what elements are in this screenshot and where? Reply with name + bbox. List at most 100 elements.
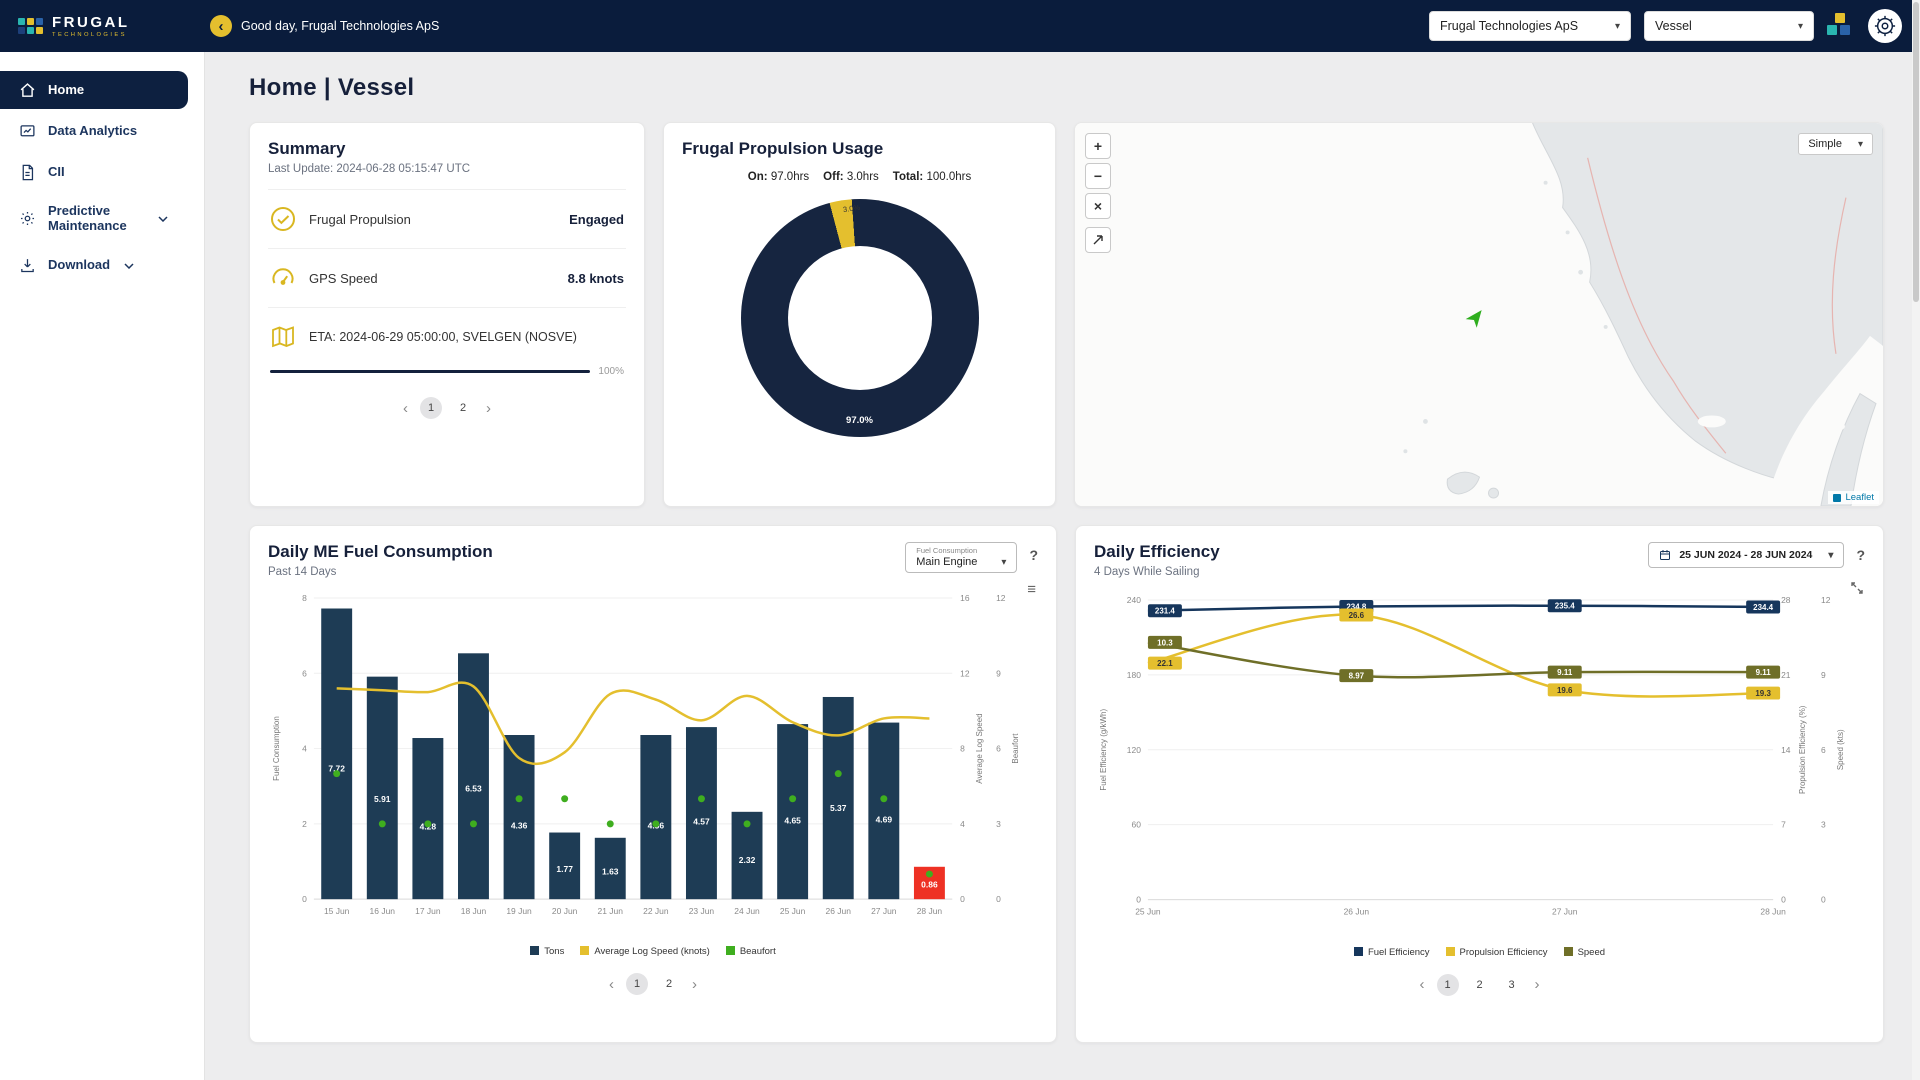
chevron-down-icon: ▾ bbox=[1615, 21, 1620, 32]
stat-total-value: 100.0hrs bbox=[926, 171, 971, 183]
efficiency-card-subtitle: 4 Days While Sailing bbox=[1094, 566, 1220, 578]
fuel-card-title: Daily ME Fuel Consumption bbox=[268, 542, 493, 562]
date-range-select[interactable]: 25 JUN 2024 - 28 JUN 2024 ▾ bbox=[1648, 542, 1844, 568]
svg-text:19.6: 19.6 bbox=[1557, 686, 1573, 695]
sidebar-item-predictive-maintenance[interactable]: Predictive Maintenance bbox=[0, 194, 188, 244]
svg-text:9.11: 9.11 bbox=[1557, 668, 1573, 677]
svg-text:4.69: 4.69 bbox=[876, 815, 893, 825]
svg-text:Speed (kts): Speed (kts) bbox=[1836, 729, 1845, 770]
page-button[interactable]: 1 bbox=[1437, 974, 1459, 996]
zoom-out-button[interactable]: − bbox=[1085, 163, 1111, 189]
svg-text:5.91: 5.91 bbox=[374, 794, 391, 804]
map-style-value: Simple bbox=[1808, 138, 1842, 150]
legend-label: Tons bbox=[544, 946, 564, 957]
zoom-in-button[interactable]: + bbox=[1085, 133, 1111, 159]
next-page-button[interactable]: › bbox=[484, 401, 493, 416]
svg-text:16 Jun: 16 Jun bbox=[370, 906, 396, 916]
legend-label: Average Log Speed (knots) bbox=[594, 946, 709, 957]
page-button[interactable]: 2 bbox=[452, 397, 474, 419]
prev-page-button[interactable]: ‹ bbox=[401, 401, 410, 416]
svg-text:16: 16 bbox=[960, 593, 970, 603]
legend-label: Beaufort bbox=[740, 946, 776, 957]
sidebar-item-data-analytics[interactable]: Data Analytics bbox=[0, 112, 188, 150]
legend-item-tons: Tons bbox=[530, 946, 564, 957]
frugal-logo[interactable]: FRUGAL TECHNOLOGIES bbox=[18, 15, 190, 38]
svg-text:240: 240 bbox=[1127, 595, 1141, 605]
scrollbar-thumb[interactable] bbox=[1913, 2, 1919, 302]
fuel-consumption-card: Daily ME Fuel Consumption Past 14 Days F… bbox=[249, 525, 1057, 1043]
fuel-type-select-value: Main Engine bbox=[916, 556, 977, 568]
svg-text:235.4: 235.4 bbox=[1555, 602, 1576, 611]
map-style-select[interactable]: Simple ▾ bbox=[1798, 133, 1873, 155]
stat-on-label: On: bbox=[748, 171, 768, 183]
document-icon bbox=[18, 163, 36, 181]
leaflet-attribution[interactable]: Leaflet bbox=[1828, 491, 1879, 504]
page-button[interactable]: 3 bbox=[1501, 974, 1523, 996]
svg-text:Propulsion Efficiency (%): Propulsion Efficiency (%) bbox=[1798, 705, 1807, 794]
legend-item-propulsion-efficiency: Propulsion Efficiency bbox=[1446, 947, 1548, 958]
prev-page-button[interactable]: ‹ bbox=[1418, 977, 1427, 992]
fuel-type-select-label: Fuel Consumption bbox=[916, 546, 1006, 555]
app-root: FRUGAL TECHNOLOGIES ‹ Good day, Frugal T… bbox=[0, 0, 1920, 1080]
page-button[interactable]: 2 bbox=[1469, 974, 1491, 996]
chart-menu-icon[interactable]: ≡ bbox=[1027, 582, 1036, 597]
download-icon bbox=[18, 257, 36, 275]
summary-row-label: GPS Speed bbox=[309, 271, 378, 286]
svg-text:0: 0 bbox=[996, 894, 1001, 904]
fuel-chart-wrap: ≡ 02468048121603691215 Jun16 Jun17 Jun18… bbox=[268, 582, 1038, 944]
summary-row-label: Frugal Propulsion bbox=[309, 212, 411, 227]
sidebar-item-home[interactable]: Home bbox=[0, 71, 188, 109]
clear-route-button[interactable]: × bbox=[1085, 193, 1111, 219]
efficiency-chart-wrap: 0601201802400714212803691225 Jun26 Jun27… bbox=[1094, 582, 1865, 945]
expand-icon[interactable] bbox=[1851, 582, 1863, 597]
map-controls: + − × bbox=[1085, 133, 1111, 253]
map-canvas[interactable] bbox=[1075, 123, 1883, 506]
page-button[interactable]: 2 bbox=[658, 973, 680, 995]
propulsion-donut: 3.0% 97.0% bbox=[741, 199, 979, 437]
company-select[interactable]: Frugal Technologies ApS ▾ bbox=[1429, 11, 1631, 41]
stat-off-label: Off: bbox=[823, 171, 843, 183]
next-page-button[interactable]: › bbox=[690, 977, 699, 992]
fuel-card-header: Daily ME Fuel Consumption Past 14 Days F… bbox=[268, 542, 1038, 578]
chevron-down-icon: ▾ bbox=[1828, 550, 1833, 561]
svg-text:21 Jun: 21 Jun bbox=[598, 906, 624, 916]
svg-text:0: 0 bbox=[302, 894, 307, 904]
svg-text:15 Jun: 15 Jun bbox=[324, 906, 350, 916]
gauge-icon bbox=[270, 265, 296, 291]
vessel-select[interactable]: Vessel ▾ bbox=[1644, 11, 1814, 41]
svg-text:24 Jun: 24 Jun bbox=[734, 906, 760, 916]
page-button[interactable]: 1 bbox=[420, 397, 442, 419]
svg-text:28: 28 bbox=[1781, 595, 1791, 605]
helm-icon[interactable] bbox=[1868, 9, 1902, 43]
svg-text:9.11: 9.11 bbox=[1756, 668, 1772, 677]
map-route-icon bbox=[270, 324, 296, 350]
sidebar-item-cii[interactable]: CII bbox=[0, 153, 188, 191]
company-select-value: Frugal Technologies ApS bbox=[1440, 19, 1578, 33]
back-icon[interactable]: ‹ bbox=[210, 15, 232, 37]
fleet-icon[interactable] bbox=[1827, 13, 1855, 39]
svg-text:26.6: 26.6 bbox=[1349, 611, 1365, 620]
svg-text:9: 9 bbox=[996, 668, 1001, 678]
svg-text:60: 60 bbox=[1132, 820, 1142, 830]
fuel-type-select[interactable]: Fuel Consumption Main Engine ▾ bbox=[905, 542, 1017, 573]
summary-row-propulsion: Frugal Propulsion Engaged bbox=[268, 190, 626, 249]
propulsion-usage-card: Frugal Propulsion Usage On: 97.0hrs Off:… bbox=[663, 122, 1056, 507]
sidebar-item-download[interactable]: Download bbox=[0, 247, 188, 285]
svg-text:7: 7 bbox=[1781, 820, 1786, 830]
help-icon[interactable]: ? bbox=[1029, 547, 1038, 563]
logo-title: FRUGAL bbox=[52, 15, 130, 30]
next-page-button[interactable]: › bbox=[1533, 977, 1542, 992]
svg-text:27 Jun: 27 Jun bbox=[871, 906, 897, 916]
help-icon[interactable]: ? bbox=[1856, 547, 1865, 563]
svg-text:25 Jun: 25 Jun bbox=[1135, 907, 1161, 917]
prev-page-button[interactable]: ‹ bbox=[607, 977, 616, 992]
page-button[interactable]: 1 bbox=[626, 973, 648, 995]
chevron-down-icon: ▾ bbox=[1858, 139, 1863, 150]
map-measure-button[interactable] bbox=[1085, 227, 1111, 253]
stat-on-value: 97.0hrs bbox=[771, 171, 809, 183]
svg-text:25 Jun: 25 Jun bbox=[780, 906, 806, 916]
svg-text:231.4: 231.4 bbox=[1155, 607, 1176, 616]
map-card: + − × Simple ▾ Leaflet bbox=[1074, 122, 1884, 507]
page-scrollbar[interactable] bbox=[1912, 0, 1920, 1080]
sidebar-item-label: Home bbox=[48, 83, 84, 98]
